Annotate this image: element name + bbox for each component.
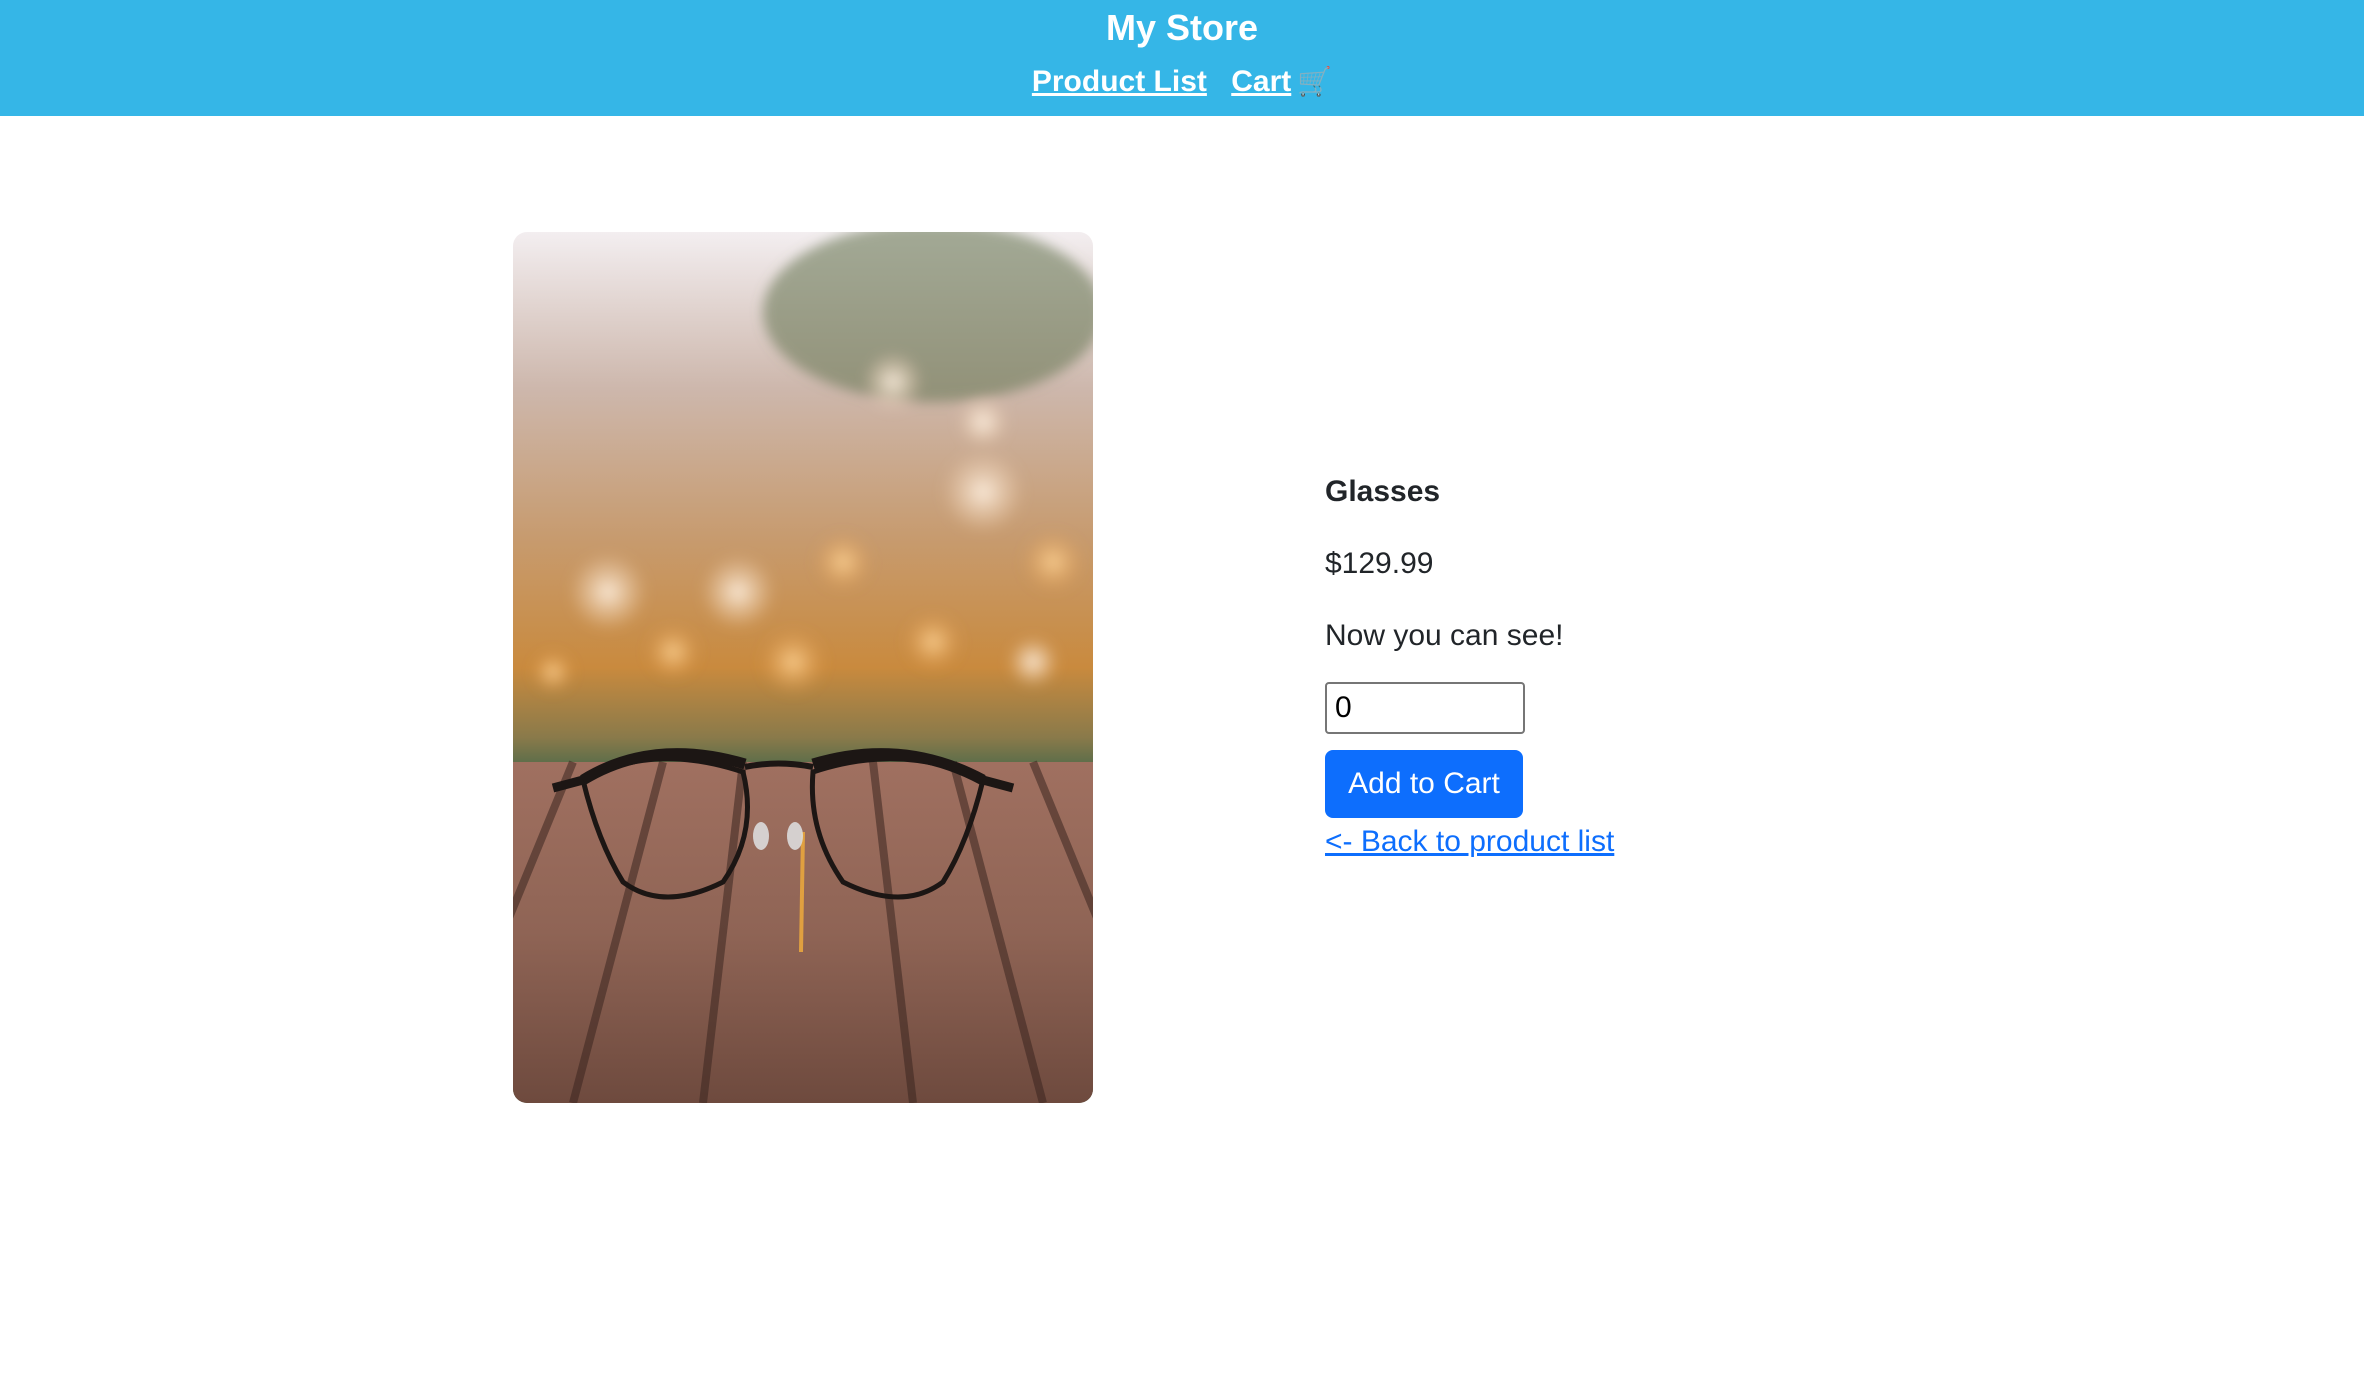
- store-brand-title: My Store: [1105, 7, 1259, 48]
- product-price: $129.99: [1325, 547, 1434, 580]
- store-header: My Store Product List Cart 🛒: [0, 0, 2364, 116]
- back-to-product-list-link[interactable]: <- Back to product list: [1325, 822, 1614, 862]
- quantity-input[interactable]: [1325, 682, 1525, 734]
- product-name: Glasses: [1325, 475, 1441, 508]
- product-details: Glasses $129.99 Now you can see! Add to …: [1325, 460, 2025, 862]
- glasses-photo: [513, 232, 1093, 1103]
- add-to-cart-button[interactable]: Add to Cart: [1325, 750, 1523, 818]
- shopping-cart-icon: 🛒: [1297, 66, 1333, 97]
- product-image: [513, 232, 1093, 1103]
- product-description: Now you can see!: [1325, 619, 1564, 652]
- main-nav: Product List Cart 🛒: [0, 62, 2364, 102]
- nav-cart-link[interactable]: Cart 🛒: [1231, 65, 1332, 98]
- nav-cart-label: Cart: [1231, 65, 1292, 98]
- nav-product-list-link[interactable]: Product List: [1032, 65, 1207, 98]
